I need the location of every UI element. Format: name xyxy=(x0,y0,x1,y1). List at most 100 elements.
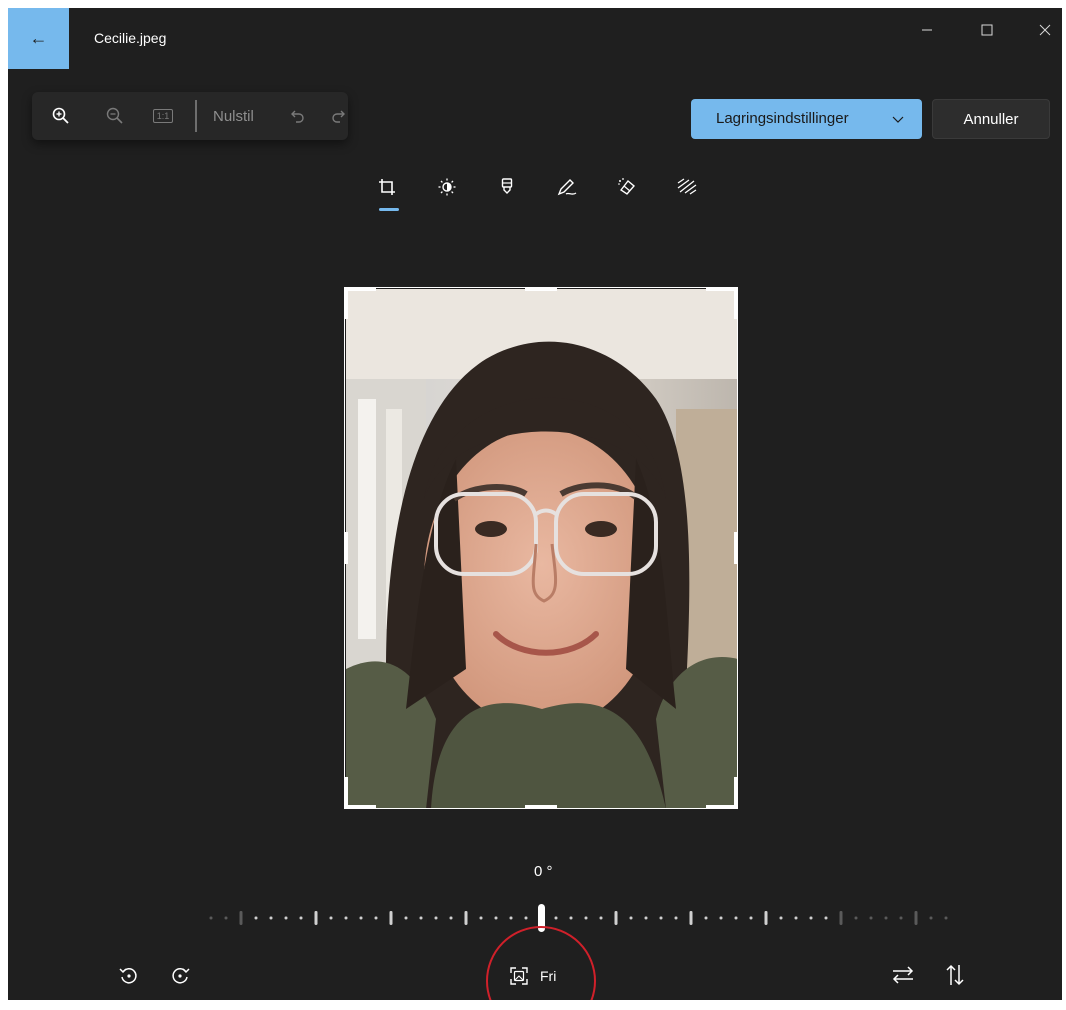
active-tool-indicator xyxy=(379,208,399,211)
ruler-minor-tick xyxy=(584,916,588,920)
undo-icon xyxy=(291,110,304,123)
zoom-in-icon xyxy=(52,107,69,124)
ruler-minor-tick xyxy=(659,916,663,920)
ruler-minor-tick xyxy=(419,916,423,920)
rotate-left-button[interactable] xyxy=(113,960,143,990)
tool-draw[interactable] xyxy=(552,174,582,200)
save-options-button[interactable]: Lagringsindstillinger xyxy=(691,99,922,139)
flip-horizontal-icon xyxy=(892,966,914,984)
rotation-angle-label: 0 ° xyxy=(534,863,553,880)
crop-handle-bottom-left-v[interactable] xyxy=(344,777,348,809)
redo-icon xyxy=(332,110,345,123)
tool-background[interactable] xyxy=(672,174,702,200)
cancel-button[interactable]: Annuller xyxy=(932,99,1050,139)
flip-horizontal-button[interactable] xyxy=(888,960,918,990)
flip-vertical-button[interactable] xyxy=(940,960,970,990)
ruler-minor-tick xyxy=(329,916,333,920)
close-icon xyxy=(1039,24,1051,36)
crop-handle-bottom-right-v[interactable] xyxy=(734,777,738,809)
actual-size-icon: 1:1 xyxy=(152,109,174,123)
ruler-minor-tick xyxy=(404,916,408,920)
ruler-minor-tick xyxy=(809,916,813,920)
crop-handle-top[interactable] xyxy=(525,287,557,291)
ruler-minor-tick xyxy=(824,916,828,920)
save-options-label: Lagringsindstillinger xyxy=(716,110,849,127)
ruler-minor-tick xyxy=(674,916,678,920)
ruler-major-tick xyxy=(239,911,243,925)
ruler-minor-tick xyxy=(854,916,858,920)
ruler-minor-tick xyxy=(434,916,438,920)
crop-handle-bottom-left[interactable] xyxy=(344,805,376,809)
ruler-minor-tick xyxy=(779,916,783,920)
ruler-minor-tick xyxy=(299,916,303,920)
ruler-major-tick xyxy=(389,911,393,925)
ruler-minor-tick xyxy=(254,916,258,920)
rotate-right-icon xyxy=(172,968,190,984)
ruler-minor-tick xyxy=(284,916,288,920)
crop-icon xyxy=(379,179,395,195)
flip-vertical-icon xyxy=(946,964,964,986)
toolbar-divider xyxy=(195,100,197,132)
draw-icon xyxy=(557,179,577,196)
arrow-left-icon: ← xyxy=(29,28,48,48)
redo-button[interactable] xyxy=(328,105,348,127)
ruler-minor-tick xyxy=(629,916,633,920)
ruler-major-tick xyxy=(764,911,768,925)
zoom-in-button[interactable] xyxy=(50,105,72,127)
tool-erase[interactable] xyxy=(612,174,642,200)
photos-editor-window: ← Cecilie.jpeg 1:1 Nulstil Lagringsindst… xyxy=(8,8,1062,1000)
crop-handle-top-left[interactable] xyxy=(344,287,376,291)
ruler-minor-tick xyxy=(719,916,723,920)
crop-handle-bottom[interactable] xyxy=(525,805,557,809)
ruler-minor-tick xyxy=(599,916,603,920)
close-button[interactable] xyxy=(1022,18,1062,42)
maximize-button[interactable] xyxy=(964,18,1010,42)
reset-button[interactable]: Nulstil xyxy=(213,105,254,127)
tool-adjust[interactable] xyxy=(432,174,462,200)
ruler-minor-tick xyxy=(209,916,213,920)
tool-crop[interactable] xyxy=(372,174,402,200)
ruler-minor-tick xyxy=(344,916,348,920)
ruler-minor-tick xyxy=(449,916,453,920)
ruler-major-tick xyxy=(464,911,468,925)
ruler-minor-tick xyxy=(794,916,798,920)
crop-canvas[interactable] xyxy=(344,287,740,811)
ruler-minor-tick xyxy=(509,916,513,920)
tool-markup[interactable] xyxy=(492,174,522,200)
ruler-minor-tick xyxy=(644,916,648,920)
ruler-minor-tick xyxy=(524,916,528,920)
ruler-major-tick xyxy=(914,911,918,925)
minimize-icon xyxy=(922,29,932,31)
chevron-down-icon xyxy=(892,111,904,128)
ruler-minor-tick xyxy=(569,916,573,920)
maximize-icon xyxy=(981,24,993,36)
erase-icon xyxy=(618,178,635,195)
crop-handle-top-left-v[interactable] xyxy=(344,287,348,319)
ruler-minor-tick xyxy=(899,916,903,920)
crop-handle-top-right-v[interactable] xyxy=(734,287,738,319)
actual-size-button[interactable]: 1:1 xyxy=(150,105,176,127)
crop-handle-right[interactable] xyxy=(734,532,738,564)
ruler-minor-tick xyxy=(554,916,558,920)
ruler-minor-tick xyxy=(224,916,228,920)
brightness-icon xyxy=(438,178,456,196)
window-title: Cecilie.jpeg xyxy=(94,30,167,46)
ruler-major-tick xyxy=(689,911,693,925)
ruler-minor-tick xyxy=(704,916,708,920)
zoom-out-button[interactable] xyxy=(104,105,126,127)
zoom-out-icon xyxy=(106,107,123,124)
ruler-minor-tick xyxy=(929,916,933,920)
undo-button[interactable] xyxy=(288,105,308,127)
back-button[interactable]: ← xyxy=(8,8,69,69)
ruler-minor-tick xyxy=(734,916,738,920)
rotate-left-icon xyxy=(119,968,137,984)
crop-handle-left[interactable] xyxy=(344,532,348,564)
ruler-minor-tick xyxy=(749,916,753,920)
crop-frame xyxy=(344,287,738,809)
ruler-minor-tick xyxy=(479,916,483,920)
markup-icon xyxy=(501,178,513,194)
rotate-right-button[interactable] xyxy=(166,960,196,990)
ruler-minor-tick xyxy=(269,916,273,920)
ruler-minor-tick xyxy=(944,916,948,920)
minimize-button[interactable] xyxy=(904,18,950,42)
